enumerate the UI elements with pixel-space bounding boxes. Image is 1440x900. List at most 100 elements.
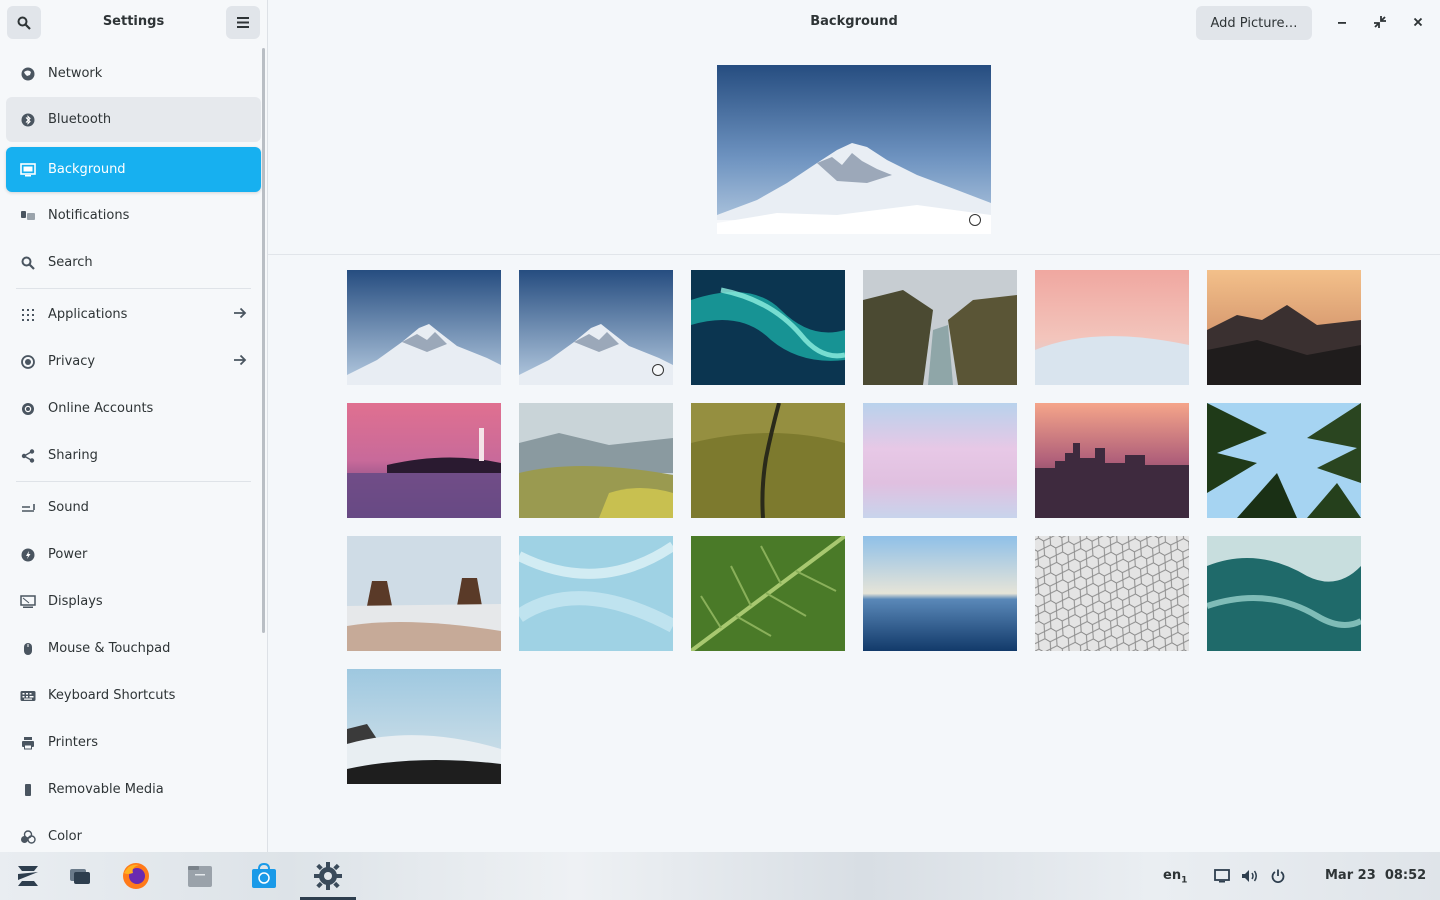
wallpaper-thumbnail[interactable] — [863, 270, 1017, 385]
wallpaper-thumbnail[interactable] — [347, 669, 501, 784]
wallpaper-thumbnail[interactable] — [691, 270, 845, 385]
language-sub-label: 1 — [1181, 875, 1188, 886]
workspaces-button[interactable] — [64, 860, 96, 892]
background-icon — [20, 162, 36, 178]
arrow-right-icon — [233, 354, 247, 370]
preview-panel-bar — [717, 220, 991, 234]
sidebar-item-displays[interactable]: Displays — [6, 578, 261, 625]
applications-icon — [20, 307, 36, 323]
color-icon — [20, 829, 36, 845]
wallpaper-thumbnail[interactable] — [519, 536, 673, 651]
taskbar: en1 Mar 23 08:52 — [0, 852, 1440, 900]
language-label: en — [1163, 868, 1182, 883]
sidebar-scrollbar[interactable] — [262, 48, 265, 633]
wallpaper-thumbnail[interactable] — [519, 403, 673, 518]
wallpaper-thumbnail[interactable] — [863, 403, 1017, 518]
wallpaper-thumbnail[interactable] — [1035, 536, 1189, 651]
sidebar-item-privacy[interactable]: Privacy — [6, 338, 261, 385]
wallpaper-thumbnail[interactable] — [1035, 403, 1189, 518]
sidebar-item-label: Applications — [48, 307, 128, 322]
date-label: Mar 23 — [1325, 868, 1376, 883]
wallpaper-thumbnail[interactable] — [347, 403, 501, 518]
clock[interactable]: Mar 23 08:52 — [1325, 868, 1426, 883]
wallpaper-thumbnail[interactable] — [691, 403, 845, 518]
minimize-button[interactable] — [1332, 12, 1352, 32]
main-panel: Background Add Picture… — [268, 0, 1440, 852]
search-icon — [20, 255, 36, 271]
close-button[interactable] — [1408, 12, 1428, 32]
selected-check-icon — [652, 364, 664, 376]
privacy-icon — [20, 354, 36, 370]
files-launcher[interactable] — [184, 860, 216, 892]
sidebar-item-mouse-touchpad[interactable]: Mouse & Touchpad — [6, 625, 261, 672]
close-icon — [1413, 17, 1423, 27]
menu-button[interactable] — [226, 6, 260, 39]
sidebar-item-network[interactable]: Network — [6, 50, 261, 97]
sidebar-item-label: Removable Media — [48, 782, 164, 797]
sidebar-item-label: Color — [48, 829, 82, 844]
wallpaper-thumbnail[interactable] — [1035, 270, 1189, 385]
sidebar-item-label: Mouse & Touchpad — [48, 641, 171, 656]
software-launcher[interactable] — [248, 860, 280, 892]
sidebar-item-background[interactable]: Background — [6, 147, 261, 192]
add-picture-button[interactable]: Add Picture… — [1196, 6, 1312, 40]
sidebar-item-label: Sound — [48, 500, 89, 515]
sidebar-item-label: Sharing — [48, 448, 98, 463]
sidebar-item-removable-media[interactable]: Removable Media — [6, 766, 261, 813]
settings-launcher[interactable] — [312, 860, 344, 892]
power-icon — [1271, 869, 1285, 883]
sidebar-item-printers[interactable]: Printers — [6, 719, 261, 766]
wallpaper-thumbnail[interactable] — [1207, 403, 1361, 518]
network-icon — [20, 66, 36, 82]
wallpaper-thumbnail[interactable] — [863, 536, 1017, 651]
wallpaper-thumbnail[interactable] — [1207, 270, 1361, 385]
keyboard-layout-indicator[interactable]: en1 — [1163, 868, 1187, 886]
sidebar-item-keyboard-shortcuts[interactable]: Keyboard Shortcuts — [6, 672, 261, 719]
notifications-icon — [20, 208, 36, 224]
sidebar-item-label: Notifications — [48, 208, 130, 223]
arrow-right-icon — [233, 307, 247, 323]
sidebar-item-online-accounts[interactable]: Online Accounts — [6, 385, 261, 432]
wallpaper-thumbnail[interactable] — [519, 270, 673, 385]
keyboard-icon — [20, 688, 36, 704]
wallpaper-thumbnail[interactable] — [347, 536, 501, 651]
sidebar-separator — [16, 288, 251, 289]
wallpaper-thumbnail[interactable] — [1207, 536, 1361, 651]
sidebar-header: Settings — [0, 0, 267, 45]
sound-icon — [20, 500, 36, 516]
bluetooth-icon — [20, 112, 36, 128]
folder-icon — [188, 866, 212, 887]
minimize-icon — [1338, 22, 1346, 24]
sidebar-item-search[interactable]: Search — [6, 239, 261, 286]
zorin-logo-icon — [18, 866, 38, 886]
windows-icon — [70, 869, 90, 884]
sidebar-separator — [16, 481, 251, 482]
restore-icon — [1374, 16, 1386, 28]
sidebar-item-label: Keyboard Shortcuts — [48, 688, 176, 703]
sidebar-item-sound[interactable]: Sound — [6, 484, 261, 531]
wallpaper-thumbnail[interactable] — [347, 270, 501, 385]
sidebar-item-color[interactable]: Color — [6, 813, 261, 852]
selected-check-icon — [969, 214, 981, 226]
restore-button[interactable] — [1370, 12, 1390, 32]
zorin-menu-button[interactable] — [12, 860, 44, 892]
sidebar: Settings Network Bluetooth Background No… — [0, 0, 268, 852]
sidebar-item-label: Printers — [48, 735, 99, 750]
sidebar-item-bluetooth[interactable]: Bluetooth — [6, 97, 261, 142]
sidebar-item-notifications[interactable]: Notifications — [6, 192, 261, 239]
firefox-launcher[interactable] — [120, 860, 152, 892]
firefox-icon — [123, 863, 149, 889]
wallpaper-thumbnail[interactable] — [691, 536, 845, 651]
sidebar-item-label: Bluetooth — [48, 112, 112, 127]
sidebar-item-label: Privacy — [48, 354, 96, 369]
sidebar-item-power[interactable]: Power — [6, 531, 261, 578]
volume-icon — [1242, 870, 1257, 882]
printer-icon — [20, 735, 36, 751]
sidebar-item-label: Online Accounts — [48, 401, 154, 416]
online-accounts-icon — [20, 401, 36, 417]
sidebar-item-applications[interactable]: Applications — [6, 291, 261, 338]
screen-icon — [1214, 869, 1230, 883]
divider — [268, 254, 1440, 255]
power-tray-button[interactable] — [1262, 860, 1294, 892]
sidebar-item-sharing[interactable]: Sharing — [6, 432, 261, 479]
